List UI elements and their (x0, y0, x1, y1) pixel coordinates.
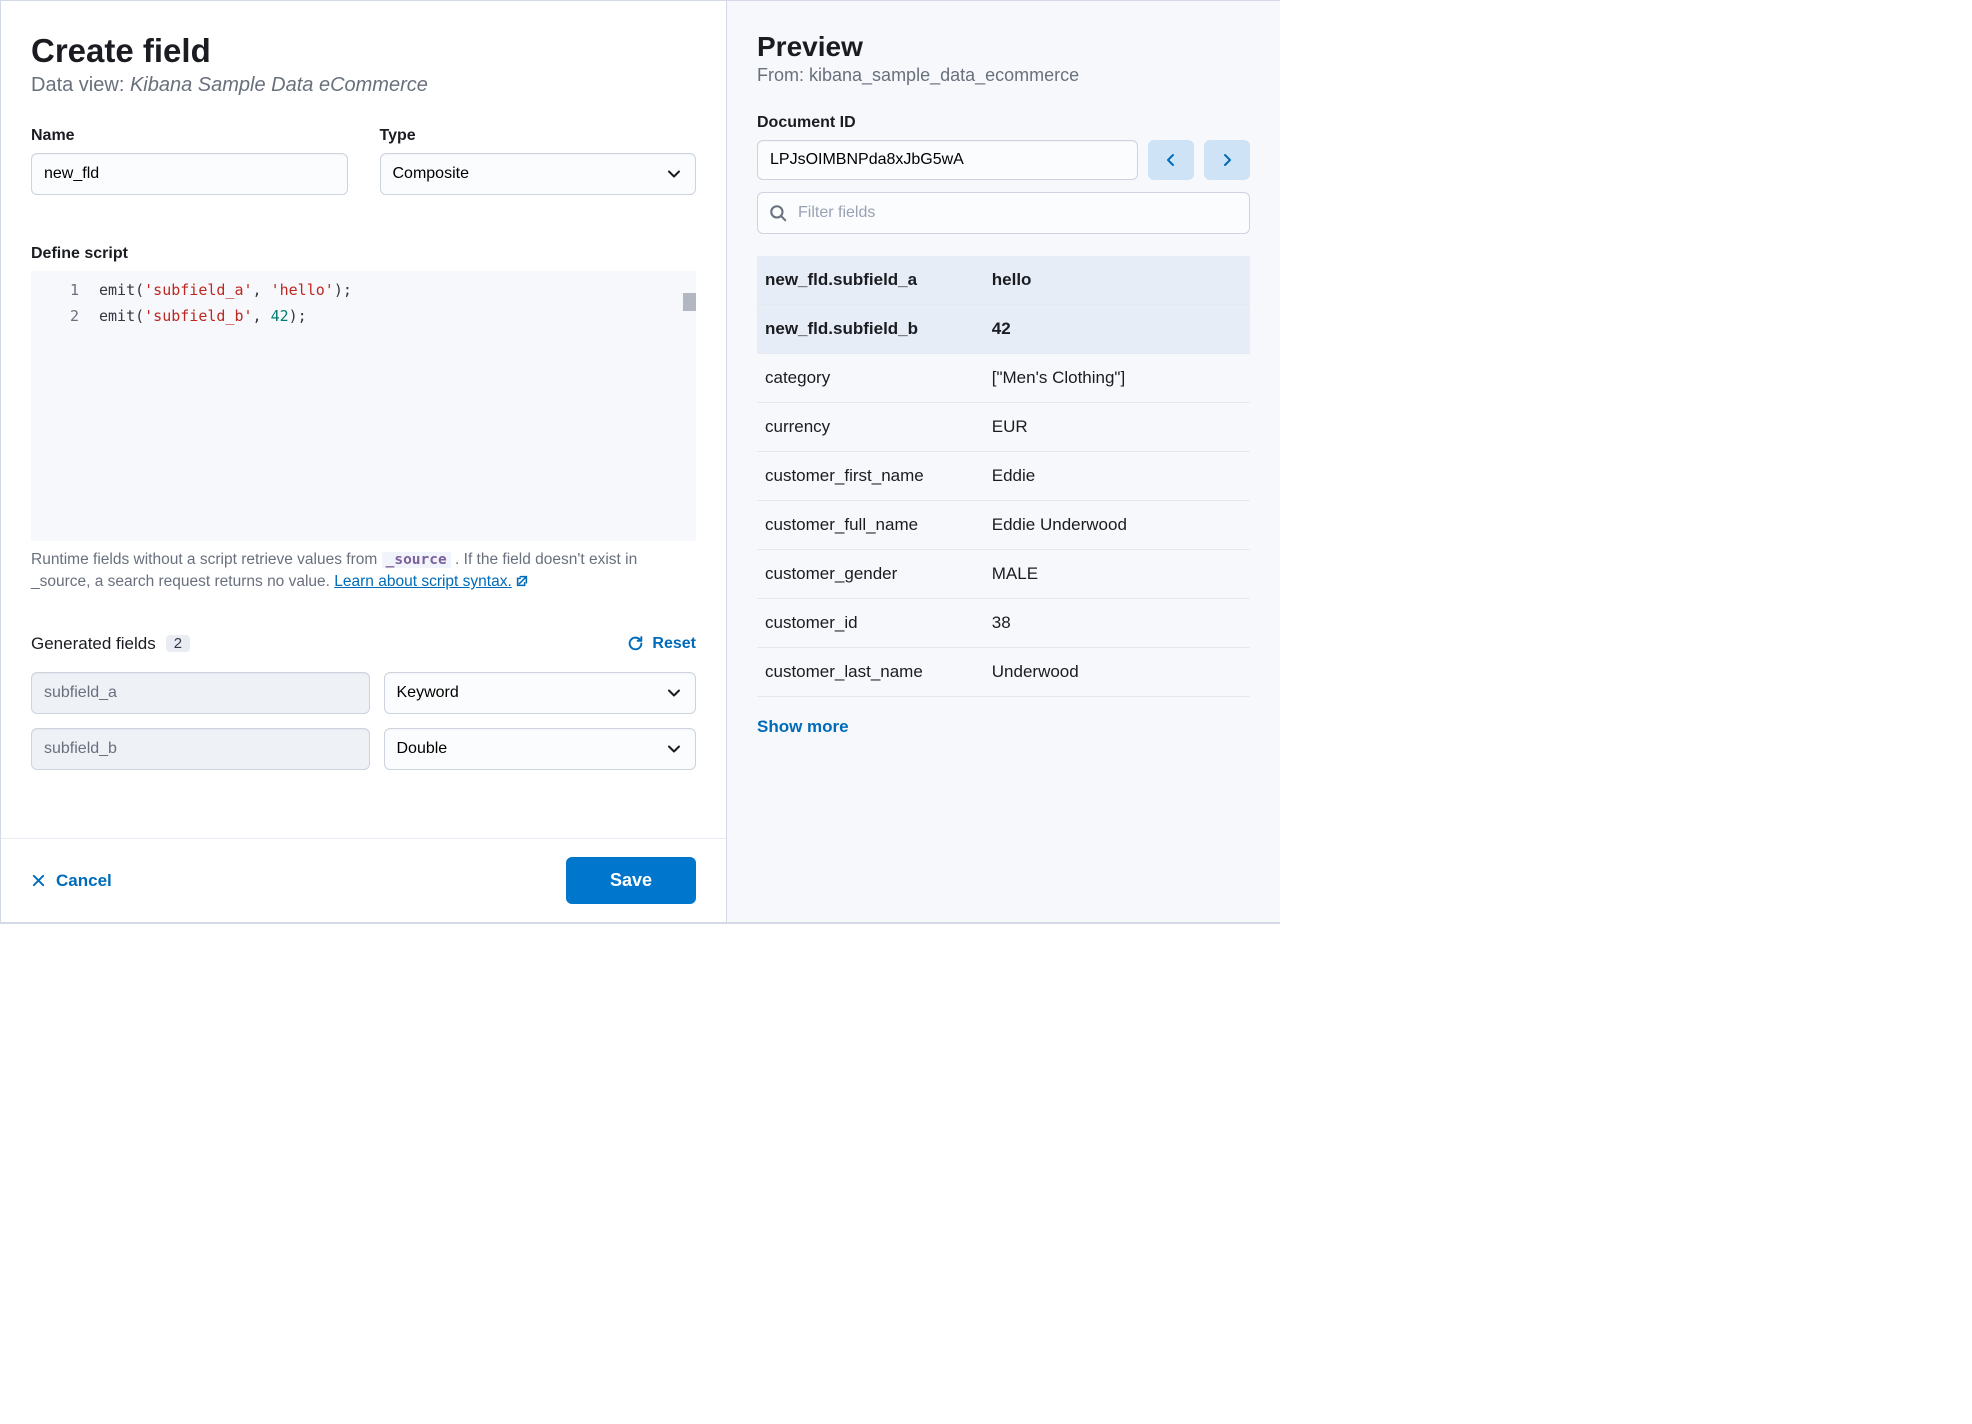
page-subtitle: Data view: Kibana Sample Data eCommerce (31, 74, 696, 97)
filter-fields-input[interactable] (757, 192, 1250, 234)
close-icon (31, 873, 46, 888)
table-row: customer_genderMALE (757, 550, 1250, 599)
preview-title: Preview (757, 31, 1250, 63)
table-row: customer_full_nameEddie Underwood (757, 501, 1250, 550)
save-button[interactable]: Save (566, 857, 696, 904)
search-icon (769, 204, 787, 222)
preview-table: new_fld.subfield_ahellonew_fld.subfield_… (757, 256, 1250, 697)
table-row: new_fld.subfield_ahello (757, 256, 1250, 305)
document-id-input[interactable] (757, 140, 1138, 180)
document-id-label: Document ID (757, 114, 1250, 132)
external-link-icon (515, 574, 529, 588)
next-document-button[interactable] (1204, 140, 1250, 180)
script-editor[interactable]: 1 emit('subfield_a', 'hello'); 2 emit('s… (31, 271, 696, 541)
editor-scrollbar[interactable] (683, 293, 696, 311)
script-label: Define script (31, 245, 696, 263)
preview-subtitle: From: kibana_sample_data_ecommerce (757, 65, 1250, 86)
prev-document-button[interactable] (1148, 140, 1194, 180)
table-row: currencyEUR (757, 403, 1250, 452)
script-help-text: Runtime fields without a script retrieve… (31, 549, 696, 594)
generated-count-badge: 2 (166, 635, 190, 652)
table-row: customer_first_nameEddie (757, 452, 1250, 501)
name-label: Name (31, 127, 348, 145)
learn-script-syntax-link[interactable]: Learn about script syntax. (334, 573, 529, 590)
table-row: new_fld.subfield_b42 (757, 305, 1250, 354)
generated-field-type-select[interactable] (384, 728, 697, 770)
generated-fields-label: Generated fields 2 (31, 634, 190, 654)
show-more-button[interactable]: Show more (757, 717, 1250, 737)
cancel-button[interactable]: Cancel (31, 871, 112, 891)
page-title: Create field (31, 31, 696, 71)
generated-field-name (31, 728, 370, 770)
type-label: Type (380, 127, 697, 145)
generated-field-name (31, 672, 370, 714)
reset-button[interactable]: Reset (627, 635, 696, 653)
chevron-right-icon (1219, 152, 1235, 168)
table-row: customer_id38 (757, 599, 1250, 648)
table-row: category["Men's Clothing"] (757, 354, 1250, 403)
chevron-left-icon (1163, 152, 1179, 168)
table-row: customer_last_nameUnderwood (757, 648, 1250, 697)
refresh-icon (627, 635, 644, 652)
generated-field-type-select[interactable] (384, 672, 697, 714)
name-input[interactable] (31, 153, 348, 195)
type-select[interactable] (380, 153, 697, 195)
